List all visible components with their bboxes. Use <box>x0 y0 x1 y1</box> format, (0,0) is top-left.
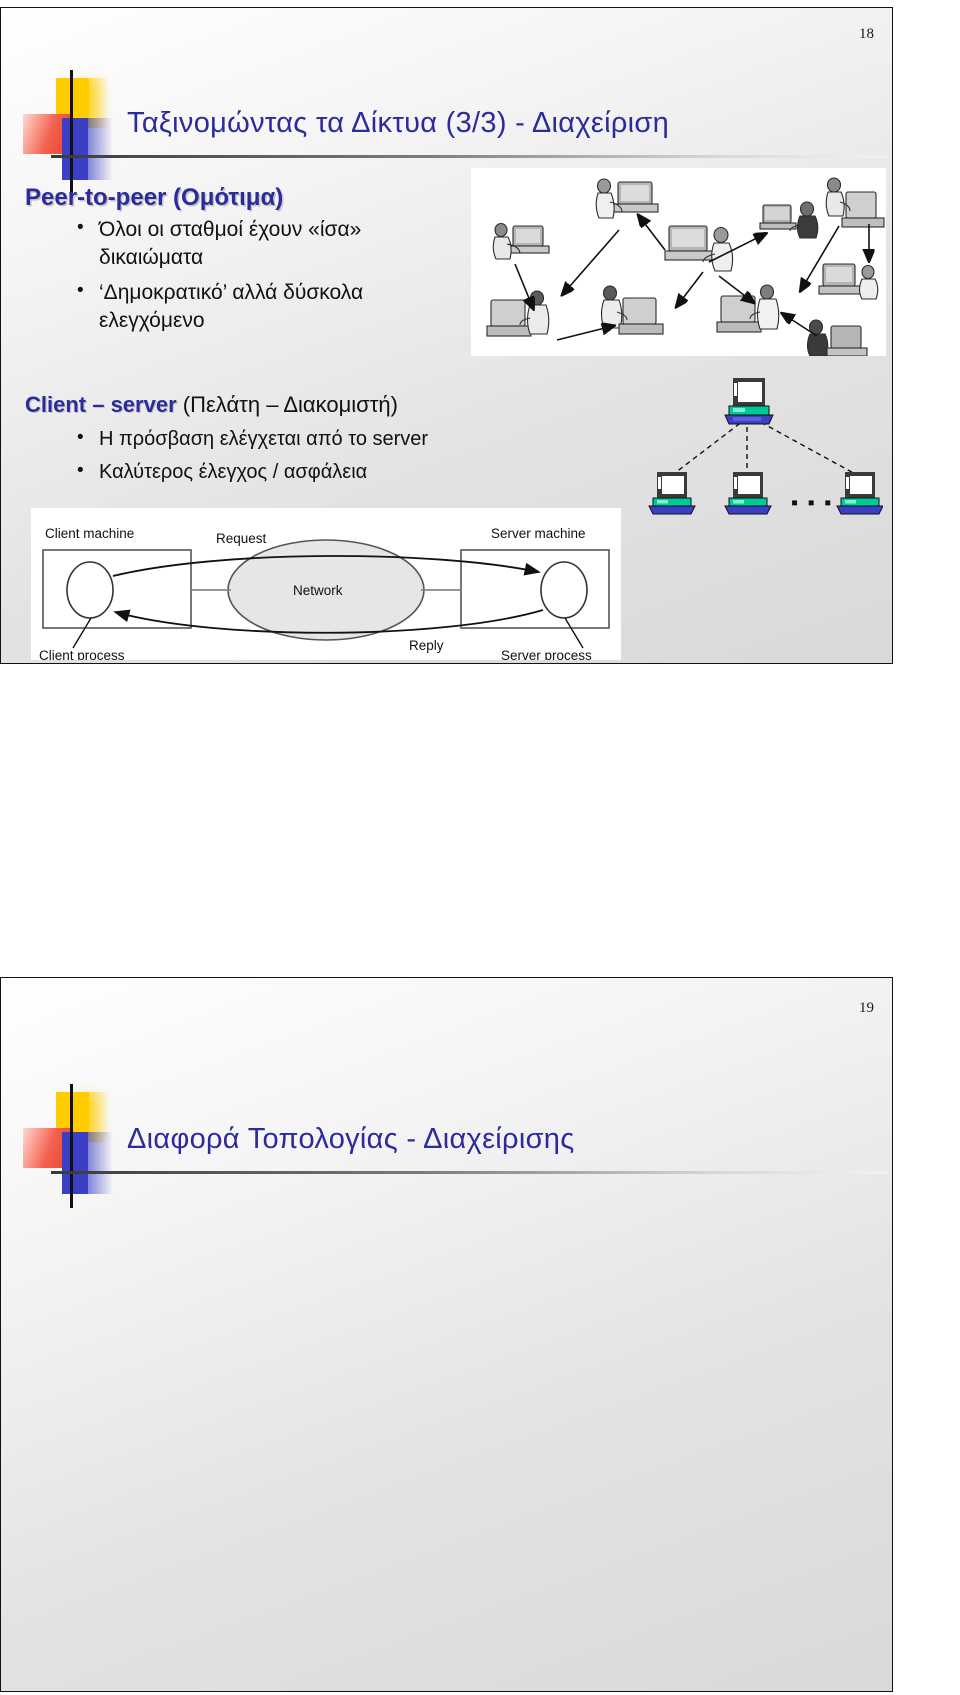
figure-label-network: Network <box>293 583 343 598</box>
p2p-bullet-1-cont: δικαιώματα <box>99 246 204 269</box>
p2p-bullet-2-cont: ελεγχόμενο <box>99 309 205 332</box>
slide-19: 19 Διαφορά Τοπολογίας - Διαχείρισης Topo… <box>0 977 893 1692</box>
client-server-figure: Client machine Server machine Network Re… <box>31 508 621 660</box>
client-server-star-tree <box>631 376 884 516</box>
client-server-heading: Client – server (Πελάτη – Διακομιστή) <box>25 392 398 418</box>
p2p-heading: Peer-to-peer (Ομότιμα) <box>25 184 284 211</box>
figure-label-request: Request <box>216 531 267 546</box>
cs-bullet-1: Η πρόσβαση ελέγχεται από το server <box>77 426 428 451</box>
figure-label-client-machine: Client machine <box>45 526 134 541</box>
slide-decoration-logo <box>23 70 123 194</box>
p2p-bullet-1: Όλοι οι σταθμοί έχουν «ίσα» <box>77 216 361 243</box>
figure-label-client-process: Client process <box>39 648 125 660</box>
slide-decoration-logo-2 <box>23 1084 123 1208</box>
figure-label-reply: Reply <box>409 638 444 653</box>
p2p-bullet-2: ‘Δημοκρατικό’ αλλά δύσκολα <box>77 279 363 306</box>
star-tree-ellipsis: ▪ ▪ ▪ <box>791 492 834 514</box>
client-server-heading-rest: (Πελάτη – Διακομιστή) <box>176 392 398 417</box>
figure-label-server-machine: Server machine <box>491 526 586 541</box>
slide-18-page-number: 18 <box>859 26 874 42</box>
slide-18-title-rule <box>51 155 887 158</box>
slide-19-title: Διαφορά Τοπολογίας - Διαχείρισης <box>127 1123 575 1155</box>
client-server-heading-blue: Client – server <box>25 392 177 417</box>
slide-19-title-rule <box>51 1171 887 1174</box>
slide-18-title: Ταξινομώντας τα Δίκτυα (3/3) - Διαχείρισ… <box>127 107 670 139</box>
slide-19-page-number: 19 <box>859 1000 874 1016</box>
slide-18: 18 Ταξινομώντας τα Δίκτυα (3/3) - Διαχεί… <box>0 7 893 664</box>
cs-bullet-2: Καλύτερος έλεγχος / ασφάλεια <box>77 459 367 484</box>
peer-to-peer-people-clipart <box>471 168 886 356</box>
figure-label-server-process: Server process <box>501 648 592 660</box>
